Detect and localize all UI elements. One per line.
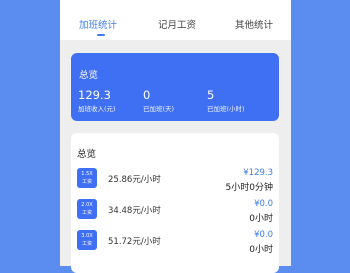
- summary-card: 总览 129.3 加班收入(元) 0 已加班(天) 5 已加班(小时): [71, 53, 279, 121]
- hourly-rate: 25.86元/小时: [108, 175, 161, 185]
- detail-card-title: 总览: [77, 149, 97, 160]
- summary-card-title: 总览: [79, 70, 99, 81]
- duration: 0小时: [249, 245, 273, 255]
- amount: ¥0.0: [254, 199, 273, 209]
- multiplier-badge: 1.5X 工资: [77, 168, 97, 188]
- tab-monthly-wage[interactable]: 记月工资: [158, 17, 196, 31]
- tab-other-stats[interactable]: 其他统计: [235, 17, 273, 31]
- badge-caption: 工资: [81, 210, 92, 216]
- badge-caption: 工资: [81, 179, 92, 185]
- rate-row-1-5x[interactable]: 1.5X 工资 25.86元/小时 ¥129.3 5小时0分钟: [71, 168, 279, 194]
- badge-multiplier-text: 1.5X: [81, 171, 93, 177]
- multiplier-badge: 2.0X 工资: [77, 199, 97, 219]
- duration: 5小时0分钟: [225, 183, 273, 193]
- detail-card: 总览 1.5X 工资 25.86元/小时 ¥129.3 5小时0分钟 2.0X …: [71, 133, 279, 273]
- amount: ¥129.3: [243, 168, 273, 178]
- hourly-rate: 51.72元/小时: [108, 237, 161, 247]
- tab-bar: 加班统计 记月工资 其他统计: [60, 0, 291, 40]
- rate-row-2-0x[interactable]: 2.0X 工资 34.48元/小时 ¥0.0 0小时: [71, 199, 279, 225]
- duration: 0小时: [249, 214, 273, 224]
- overtime-income-value: 129.3: [78, 88, 111, 102]
- overtime-hours-label: 已加班(小时): [207, 105, 245, 113]
- overtime-income-label: 加班收入(元): [78, 105, 116, 113]
- badge-caption: 工资: [81, 241, 92, 247]
- active-tab-indicator: [97, 34, 105, 36]
- app-screen: 加班统计 记月工资 其他统计 总览 129.3 加班收入(元) 0 已加班(天)…: [60, 0, 291, 273]
- multiplier-badge: 3.0X 工资: [77, 230, 97, 250]
- rate-row-3-0x[interactable]: 3.0X 工资 51.72元/小时 ¥0.0 0小时: [71, 230, 279, 256]
- amount: ¥0.0: [254, 230, 273, 240]
- overtime-days-value: 0: [143, 88, 151, 102]
- tab-overtime-stats[interactable]: 加班统计: [79, 17, 117, 31]
- overtime-hours-value: 5: [207, 88, 215, 102]
- overtime-days-label: 已加班(天): [143, 105, 175, 113]
- badge-multiplier-text: 2.0X: [81, 202, 93, 208]
- hourly-rate: 34.48元/小时: [108, 206, 161, 216]
- badge-multiplier-text: 3.0X: [81, 233, 93, 239]
